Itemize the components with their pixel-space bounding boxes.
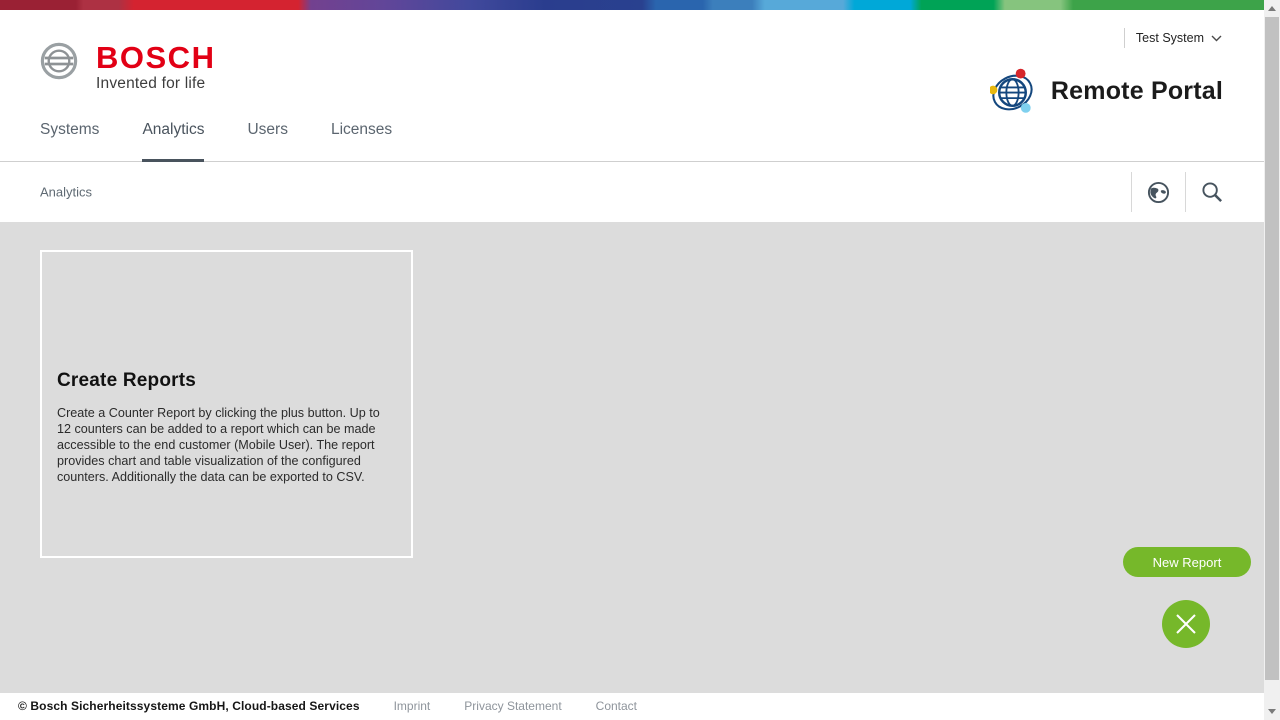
tab-systems[interactable]: Systems xyxy=(40,121,99,162)
footer-link-contact[interactable]: Contact xyxy=(596,699,637,713)
card-description: Create a Counter Report by clicking the … xyxy=(57,405,395,485)
new-report-button[interactable]: New Report xyxy=(1123,547,1251,577)
scrollbar-down-arrow-icon[interactable] xyxy=(1268,709,1276,714)
footer: © Bosch Sicherheitssysteme GmbH, Cloud-b… xyxy=(0,693,1264,719)
bar-actions xyxy=(1131,172,1239,212)
bosch-wordmark: BOSCH Invented for life xyxy=(96,42,215,93)
bosch-tagline: Invented for life xyxy=(96,75,215,93)
system-selector-label: Test System xyxy=(1136,31,1204,45)
remote-portal-logo: Remote Portal xyxy=(990,68,1223,115)
footer-link-imprint[interactable]: Imprint xyxy=(394,699,431,713)
chevron-down-icon xyxy=(1211,35,1222,42)
tab-licenses[interactable]: Licenses xyxy=(331,121,392,162)
remote-portal-title: Remote Portal xyxy=(1051,77,1223,106)
breadcrumb: Analytics xyxy=(40,185,92,200)
search-button[interactable] xyxy=(1185,172,1239,212)
scrollbar[interactable] xyxy=(1264,0,1280,720)
bosch-name: BOSCH xyxy=(96,42,215,74)
create-reports-card: Create Reports Create a Counter Report b… xyxy=(40,250,413,558)
language-globe-button[interactable] xyxy=(1131,172,1185,212)
tab-users[interactable]: Users xyxy=(247,121,287,162)
footer-copyright: © Bosch Sicherheitssysteme GmbH, Cloud-b… xyxy=(18,699,360,713)
fab-close-button[interactable] xyxy=(1162,600,1210,648)
divider xyxy=(1124,28,1125,48)
system-selector-dropdown[interactable]: Test System xyxy=(1124,27,1222,49)
footer-link-privacy[interactable]: Privacy Statement xyxy=(464,699,561,713)
breadcrumb-bar: Analytics xyxy=(0,162,1264,222)
content-area: Create Reports Create a Counter Report b… xyxy=(0,222,1264,693)
globe-icon xyxy=(1147,181,1170,204)
header: Test System BOSCH Invented for life xyxy=(0,10,1264,162)
bosch-anchor-icon xyxy=(40,42,78,80)
remote-portal-globe-icon xyxy=(990,68,1037,115)
scrollbar-thumb[interactable] xyxy=(1265,17,1279,680)
page: Test System BOSCH Invented for life xyxy=(0,0,1280,720)
main-nav: Systems Analytics Users Licenses xyxy=(40,121,435,162)
card-title: Create Reports xyxy=(57,370,395,392)
tab-analytics[interactable]: Analytics xyxy=(142,121,204,162)
main-column: Test System BOSCH Invented for life xyxy=(0,0,1264,720)
bosch-logo[interactable]: BOSCH Invented for life xyxy=(40,42,215,93)
search-icon xyxy=(1201,181,1224,204)
close-icon xyxy=(1174,612,1198,636)
bosch-supergraphic-stripe xyxy=(0,0,1264,10)
scrollbar-up-arrow-icon[interactable] xyxy=(1268,6,1276,11)
